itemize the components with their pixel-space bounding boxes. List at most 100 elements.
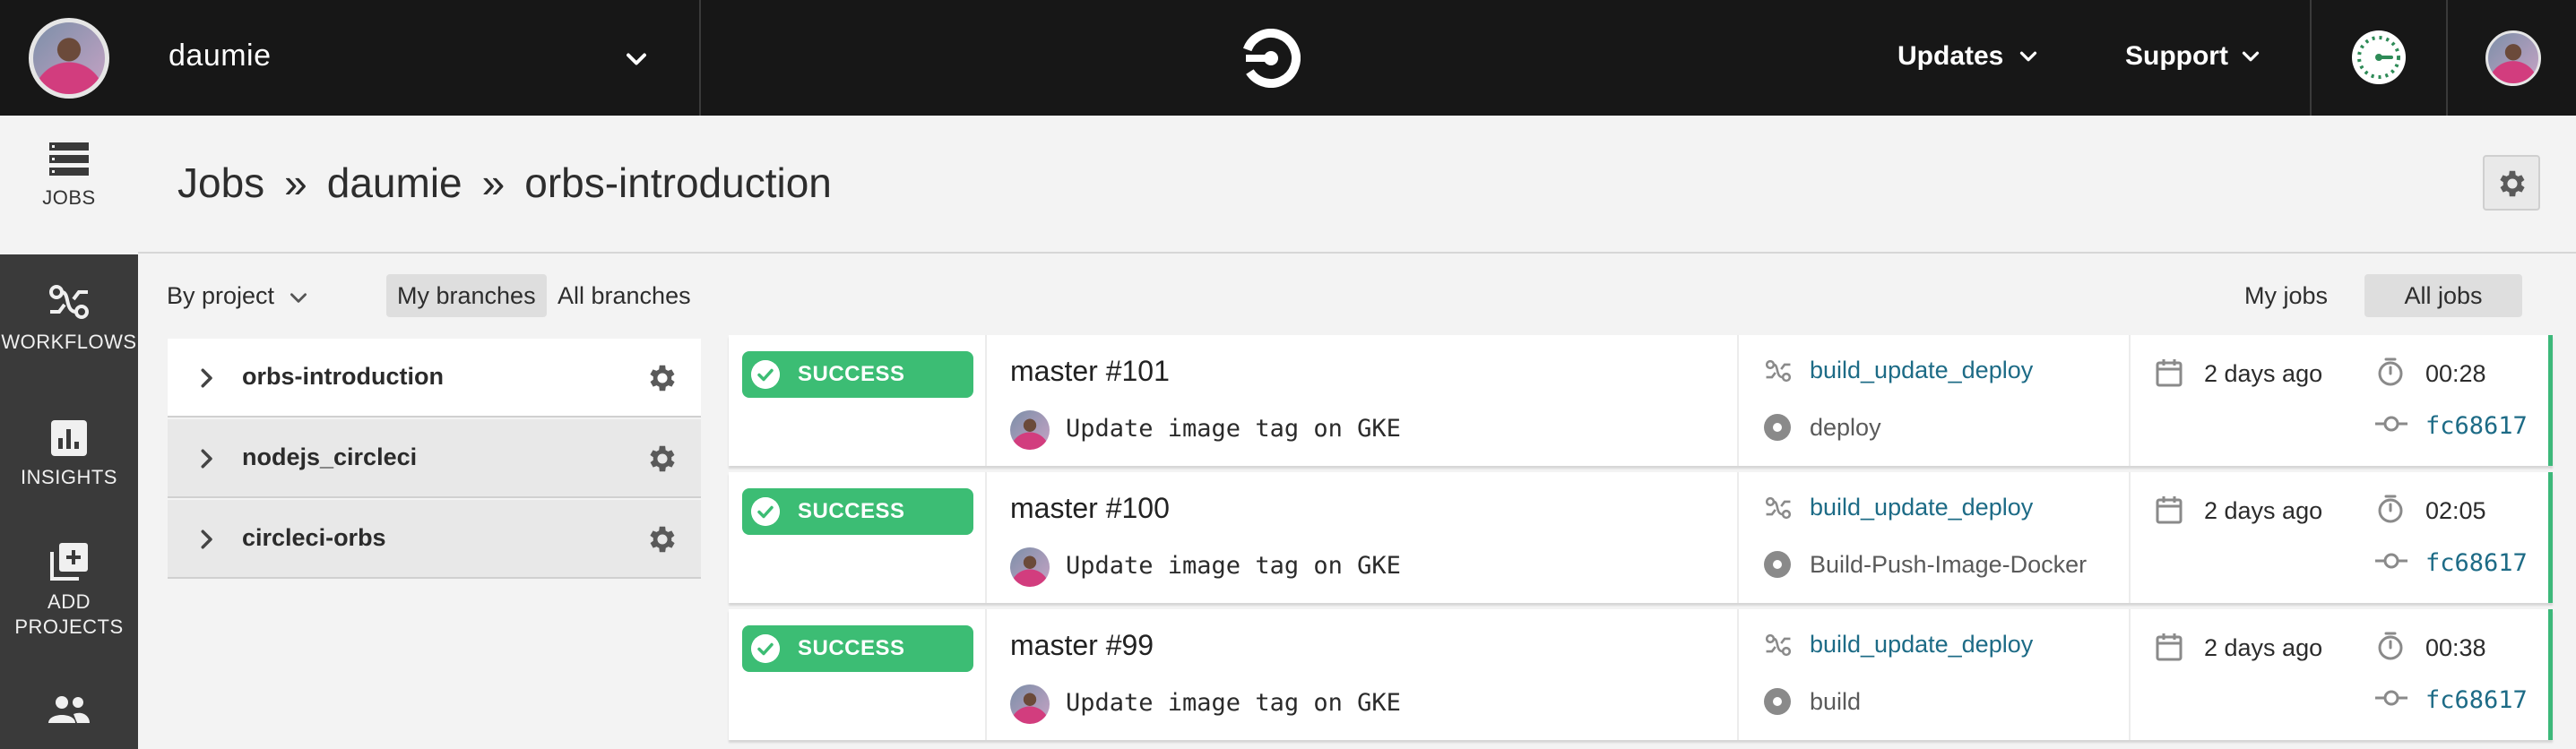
project-settings-button[interactable] [2483,155,2540,211]
timer-icon [2378,632,2403,660]
job-date: 2 days ago [2204,497,2323,524]
job-title[interactable]: master #101 [1010,355,1170,388]
breadcrumb-project[interactable]: orbs-introduction [524,159,832,206]
project-name[interactable]: orbs-introduction [242,363,444,391]
avatar [1010,410,1050,450]
chevron-down-icon[interactable] [620,43,653,75]
status-label: SUCCESS [798,362,905,386]
divider [1737,609,1739,740]
job-icon [1764,551,1791,578]
by-project-label: By project [167,282,275,309]
workflow-link[interactable]: build_update_deploy [1810,631,2033,659]
updates-menu[interactable]: Updates [1897,41,2003,72]
chevron-down-icon[interactable] [2015,43,2042,70]
insights-icon [51,420,87,456]
divider [985,472,987,603]
chevron-right-icon[interactable] [193,365,220,392]
workflow-icon [1765,496,1792,520]
org-name[interactable]: daumie [169,39,272,73]
workflows-icon [49,285,89,319]
workflow-link[interactable]: build_update_deploy [1810,357,2033,384]
job-name: build [1810,688,1862,715]
project-name[interactable]: circleci-orbs [242,524,386,552]
project-row[interactable]: nodejs_circleci [168,419,701,498]
sidebar-item-add-projects[interactable]: ADD PROJECTS [0,541,138,667]
commit-icon [2375,690,2407,706]
project-name[interactable]: nodejs_circleci [242,443,417,471]
project-row[interactable]: orbs-introduction [168,339,701,418]
timer-icon [2378,357,2403,386]
job-row[interactable]: SUCCESS master #100 Update image tag on … [729,472,2553,603]
commit-sha-link[interactable]: fc68617 [2425,412,2528,440]
job-row[interactable]: SUCCESS master #99 Update image tag on G… [729,609,2553,740]
job-date: 2 days ago [2204,360,2323,387]
sidebar-item-team[interactable] [0,694,138,749]
chevron-down-icon[interactable] [2237,43,2264,70]
sidebar-item-workflows[interactable]: WORKFLOWS [0,281,138,389]
my-jobs-toggle[interactable]: My jobs [2234,274,2338,317]
by-project-dropdown[interactable]: By project [156,274,321,317]
commit-sha-link[interactable]: fc68617 [2425,549,2528,577]
gear-icon[interactable] [645,361,679,395]
sidebar: JOBS WORKFLOWS INSIGHTS ADD PROJECTS [0,116,138,749]
workflow-icon [1765,633,1792,657]
divider [2129,335,2131,466]
status-badge[interactable]: SUCCESS [742,488,973,535]
gear-icon[interactable] [645,522,679,556]
sidebar-item-label: ADD [48,590,91,613]
divider [1737,335,1739,466]
calendar-icon [2156,633,2183,661]
divider [2129,609,2131,740]
all-jobs-toggle[interactable]: All jobs [2364,274,2522,317]
circleci-logo-icon[interactable] [1241,29,1301,88]
all-branches-toggle[interactable]: All branches [547,274,702,317]
chevron-down-icon [290,293,307,303]
chevron-right-icon[interactable] [193,526,220,553]
job-title[interactable]: master #100 [1010,492,1170,525]
commit-icon [2375,416,2407,432]
divider [985,609,987,740]
timer-icon [2378,495,2403,523]
project-row[interactable]: circleci-orbs [168,500,701,579]
breadcrumb-org[interactable]: daumie [327,159,462,206]
job-name: Build-Push-Image-Docker [1810,551,2088,578]
gear-icon[interactable] [645,442,679,476]
job-title[interactable]: master #99 [1010,629,1154,662]
workflow-icon [1765,359,1792,383]
status-badge[interactable]: SUCCESS [742,351,973,398]
sidebar-item-jobs[interactable]: JOBS [0,116,138,254]
user-avatar[interactable] [2485,30,2541,86]
job-icon [1764,414,1791,441]
status-label: SUCCESS [798,499,905,523]
divider [1737,472,1739,603]
filter-bar: By project My branches All branches My j… [138,255,2576,336]
breadcrumb-jobs[interactable]: Jobs [177,159,264,206]
job-duration: 00:28 [2425,360,2486,387]
workflow-link[interactable]: build_update_deploy [1810,494,2033,521]
sidebar-item-label: INSIGHTS [21,466,117,488]
sidebar-item-insights[interactable]: INSIGHTS [0,418,138,526]
status-badge[interactable]: SUCCESS [742,625,973,672]
support-menu[interactable]: Support [2125,41,2228,72]
add-projects-icon [50,543,88,581]
status-dial-icon[interactable] [2352,30,2406,84]
commit-sha-link[interactable]: fc68617 [2425,686,2528,714]
divider [2446,0,2448,116]
sidebar-item-label: PROJECTS [14,616,124,638]
commit-message: Update image tag on GKE [1066,689,1401,717]
job-duration: 00:38 [2425,634,2486,661]
avatar [1010,684,1050,724]
breadcrumb-separator: » [481,159,506,206]
divider [699,0,701,116]
gear-icon [2500,170,2525,197]
chevron-right-icon[interactable] [193,445,220,472]
job-name: deploy [1810,414,1881,441]
job-row[interactable]: SUCCESS master #101 Update image tag on … [729,335,2553,466]
calendar-icon [2156,496,2183,524]
calendar-icon [2156,359,2183,387]
job-icon [1764,688,1791,715]
org-avatar[interactable] [29,18,109,99]
my-branches-toggle[interactable]: My branches [386,274,547,317]
breadcrumb-separator: » [284,159,307,206]
jobs-icon [49,142,89,176]
